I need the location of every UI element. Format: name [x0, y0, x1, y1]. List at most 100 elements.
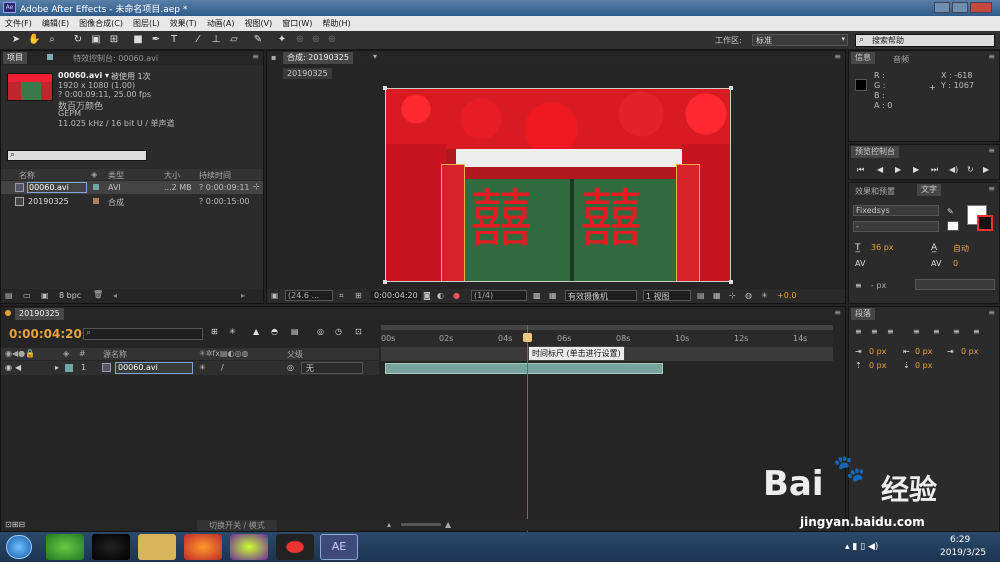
stroke-order-select[interactable] [915, 279, 995, 290]
start-button[interactable] [6, 535, 32, 559]
loop-icon[interactable]: ↻ [967, 165, 974, 174]
motion-blur-icon[interactable]: ◎ [317, 327, 324, 336]
label-col-icon[interactable]: ◈ [91, 170, 97, 179]
col-parent[interactable]: 父级 [287, 349, 303, 360]
menu-window[interactable]: 窗口(W) [277, 16, 317, 29]
comp-mini-flowchart-icon[interactable]: ⊞ [211, 327, 218, 336]
new-folder-icon[interactable]: ▭ [23, 291, 31, 300]
pick-whip-icon[interactable]: ◎ [287, 363, 294, 372]
close-button[interactable] [970, 2, 992, 13]
menu-effect[interactable]: 效果(T) [165, 16, 202, 29]
taskbar-app-firefox[interactable] [184, 534, 222, 560]
panel-menu-icon[interactable]: ≡ [988, 146, 995, 155]
menu-animation[interactable]: 动画(A) [202, 16, 240, 29]
bit-depth-label[interactable]: 8 bpc [59, 291, 81, 300]
first-frame-icon[interactable]: ⏮ [857, 165, 864, 175]
align-center-icon[interactable]: ≡ [871, 327, 878, 336]
resolution-select[interactable]: (1/4) [471, 290, 527, 301]
indent-left-value[interactable]: 0 px [869, 347, 886, 356]
clone-stamp-tool-icon[interactable]: ⊥ [210, 34, 222, 46]
playhead-handle[interactable] [523, 333, 532, 342]
grid-icon[interactable]: ⊞ [355, 291, 362, 300]
scroll-left-icon[interactable]: ◂ [113, 291, 117, 300]
parent-select[interactable]: 无 [301, 362, 363, 374]
av-features-icon[interactable]: ◉◀●🔒 [5, 349, 35, 358]
graph-editor-icon[interactable]: ⊡ [355, 327, 362, 336]
menu-view[interactable]: 视图(V) [240, 16, 278, 29]
fast-preview-icon[interactable]: ▩ [533, 291, 541, 300]
menu-layer[interactable]: 图层(L) [128, 16, 165, 29]
audio-icon[interactable]: ◀) [949, 165, 958, 174]
brainstorm-icon[interactable]: ◷ [335, 327, 342, 336]
space-before-value[interactable]: 0 px [869, 361, 886, 370]
transparency-grid-icon[interactable]: ▦ [549, 291, 557, 300]
chevron-down-icon[interactable]: ▾ [373, 52, 377, 61]
tab-paragraph[interactable]: 段落 [851, 308, 875, 320]
panel-menu-icon[interactable]: ≡ [834, 52, 841, 61]
panel-menu-icon[interactable]: ≡ [252, 52, 259, 61]
tab-character[interactable]: 文字 [917, 184, 941, 196]
exposure-icon[interactable]: ✳ [761, 291, 768, 300]
justify-left-icon[interactable]: ≡ [913, 327, 920, 336]
col-size[interactable]: 大小 [164, 170, 180, 181]
clock-date[interactable]: 2019/3/25 [940, 548, 986, 558]
taskbar-app-360[interactable] [46, 534, 84, 560]
live-update-icon[interactable]: ✳ [229, 327, 236, 336]
axis-view-icon[interactable]: ⊕ [326, 34, 338, 46]
current-time[interactable]: 0:00:04:20 [371, 291, 421, 300]
panel-menu-icon[interactable]: ≡ [834, 308, 841, 317]
puppet-tool-icon[interactable]: ✦ [276, 34, 288, 46]
tab-info[interactable]: 信息 [851, 52, 875, 64]
selection-tool-icon[interactable]: ➤ [10, 34, 22, 46]
font-style-select[interactable]: - [853, 221, 939, 232]
trash-icon[interactable]: 🗑 [93, 290, 103, 299]
taskbar-app-explorer[interactable] [138, 534, 176, 560]
tray-icons[interactable]: ▴ ▮ ▯ ◀) [845, 542, 878, 552]
justify-all-icon[interactable]: ≡ [973, 327, 980, 336]
camera-view-select[interactable]: 有效摄像机 [565, 290, 637, 301]
layer-duration-bar[interactable] [385, 363, 663, 374]
roto-brush-tool-icon[interactable]: ✎ [252, 34, 264, 46]
time-ruler[interactable]: 00s 02s 04s 06s 08s 10s 12s 14s [381, 325, 833, 347]
footage-name[interactable]: 00060.avi ▾ [58, 71, 109, 80]
transform-handle[interactable] [383, 86, 387, 90]
zoom-out-icon[interactable]: ▴ [387, 520, 391, 529]
help-search-field[interactable]: ⌕ 搜索帮助 [855, 34, 995, 47]
align-left-icon[interactable]: ≡ [855, 327, 862, 336]
menu-edit[interactable]: 编辑(E) [37, 16, 74, 29]
timeline-icon[interactable]: ▦ [713, 291, 721, 300]
menu-help[interactable]: 帮助(H) [317, 16, 355, 29]
eyedropper-icon[interactable]: ✎ [947, 207, 954, 216]
leading-value[interactable]: 自动 [953, 243, 969, 254]
transform-handle[interactable] [729, 280, 733, 284]
zoom-tool-icon[interactable]: ⌕ [46, 34, 58, 46]
panel-menu-icon[interactable]: ≡ [988, 308, 995, 317]
frame-blending-icon[interactable]: ▤ [291, 327, 299, 336]
next-frame-icon[interactable]: ▶ [913, 165, 919, 174]
expand-switches-icon[interactable]: ⊡⊞⊟ [5, 520, 25, 529]
work-area-bar[interactable] [381, 325, 833, 330]
tab-project[interactable]: 项目 [3, 52, 27, 64]
white-swatch[interactable] [947, 221, 959, 231]
region-of-interest-icon[interactable]: ⌗ [339, 291, 344, 301]
col-name[interactable]: 名称 [19, 170, 35, 181]
project-search-input[interactable]: ⌕ [7, 150, 147, 161]
justify-right-icon[interactable]: ≡ [953, 327, 960, 336]
reset-exposure-icon[interactable]: ◍ [745, 291, 752, 300]
tab-preview[interactable]: 预览控制台 [851, 146, 899, 158]
taskbar-app-recorder[interactable] [276, 534, 314, 560]
timecode-display[interactable]: 0:00:04:20 [9, 327, 82, 341]
col-duration[interactable]: 持续时间 [199, 170, 231, 181]
draft-3d-icon[interactable]: ▲ [253, 327, 259, 336]
layer-row[interactable]: ◉ ◀ ▸ 1 00060.avi ✳ / ◎ 无 [1, 361, 379, 375]
audio-toggle-icon[interactable]: ◀ [15, 363, 21, 372]
scroll-right-icon[interactable]: ▸ [241, 291, 245, 300]
play-icon[interactable]: ▶ [895, 165, 901, 174]
stroke-width-value[interactable]: - px [871, 281, 886, 290]
last-frame-icon[interactable]: ⏭ [931, 165, 938, 175]
timeline-search-input[interactable]: ⌕ [83, 328, 203, 340]
pan-behind-tool-icon[interactable]: ⊞ [108, 34, 120, 46]
rotate-tool-icon[interactable]: ↻ [72, 34, 84, 46]
show-snapshot-icon[interactable]: ◐ [437, 291, 444, 300]
layer-name[interactable]: 00060.avi [115, 362, 193, 374]
